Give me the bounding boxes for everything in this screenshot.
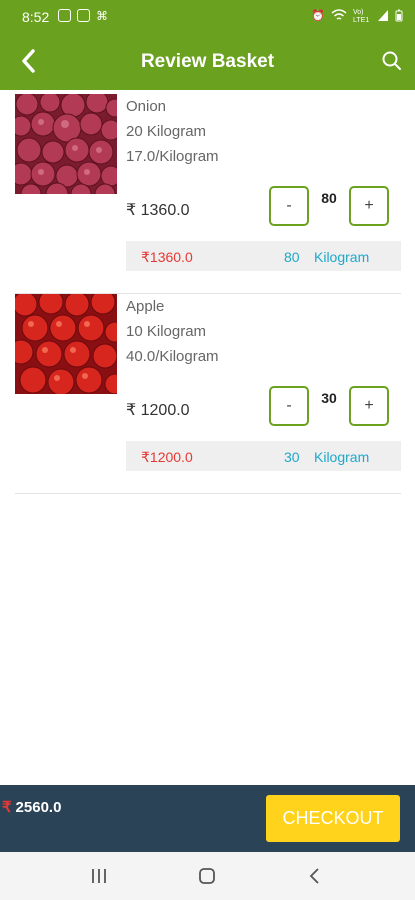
page-title: Review Basket xyxy=(140,51,275,72)
onion-image xyxy=(15,94,117,194)
apple-image xyxy=(15,294,117,394)
item-quantity: 10 Kilogram xyxy=(126,323,207,340)
image-icon xyxy=(77,9,90,22)
back-icon[interactable] xyxy=(303,864,327,888)
edit-icon xyxy=(58,9,71,22)
item-price: ₹ 1200.0 xyxy=(126,402,190,419)
decrease-button[interactable]: - xyxy=(269,186,309,226)
home-icon[interactable] xyxy=(195,864,219,888)
summary-unit: Kilogram xyxy=(314,449,370,465)
summary-quantity: 30 xyxy=(284,449,300,465)
signal-icon xyxy=(378,10,388,21)
increase-button[interactable]: + xyxy=(349,186,389,226)
app-bar: Review Basket xyxy=(0,34,415,90)
basket-item: Apple 10 Kilogram 40.0/Kilogram ₹ 1200.0… xyxy=(15,294,401,494)
currency-symbol: ₹ xyxy=(2,799,12,816)
item-summary: ₹1200.0 30 Kilogram xyxy=(126,441,401,471)
item-name: Apple xyxy=(126,298,165,315)
increase-button[interactable]: + xyxy=(349,386,389,426)
status-time: 8:52 xyxy=(22,9,50,25)
status-bar: 8:52 ⌘ ⏰ Vo) LTE1 xyxy=(0,0,415,34)
summary-price: ₹1360.0 xyxy=(141,249,193,265)
summary-quantity: 80 xyxy=(284,249,300,265)
volte-icon: Vo) LTE1 xyxy=(353,9,370,24)
decrease-button[interactable]: - xyxy=(269,386,309,426)
battery-icon xyxy=(395,9,403,22)
item-count: 80 xyxy=(321,190,337,206)
summary-price: ₹1200.0 xyxy=(141,449,193,465)
wifi-icon xyxy=(331,9,347,20)
total-amount: 2560.0 xyxy=(15,799,62,816)
item-price: ₹ 1360.0 xyxy=(126,202,190,219)
usb-icon: ⌘ xyxy=(96,9,108,23)
search-icon[interactable] xyxy=(381,50,403,72)
item-rate: 40.0/Kilogram xyxy=(126,348,219,365)
checkout-button[interactable]: CHECKOUT xyxy=(266,795,400,842)
recent-apps-icon[interactable] xyxy=(87,864,111,888)
summary-unit: Kilogram xyxy=(314,249,370,265)
item-name: Onion xyxy=(126,98,167,115)
checkout-bar: ₹2560.0 CHECKOUT xyxy=(0,785,415,852)
basket-total: ₹2560.0 xyxy=(2,798,61,816)
basket-item: Onion 20 Kilogram 17.0/Kilogram ₹ 1360.0… xyxy=(15,94,401,294)
alarm-icon: ⏰ xyxy=(311,10,325,22)
item-rate: 17.0/Kilogram xyxy=(126,148,219,165)
item-quantity: 20 Kilogram xyxy=(126,123,207,140)
system-nav-bar xyxy=(0,852,415,900)
item-count: 30 xyxy=(321,390,337,406)
item-summary: ₹1360.0 80 Kilogram xyxy=(126,241,401,271)
